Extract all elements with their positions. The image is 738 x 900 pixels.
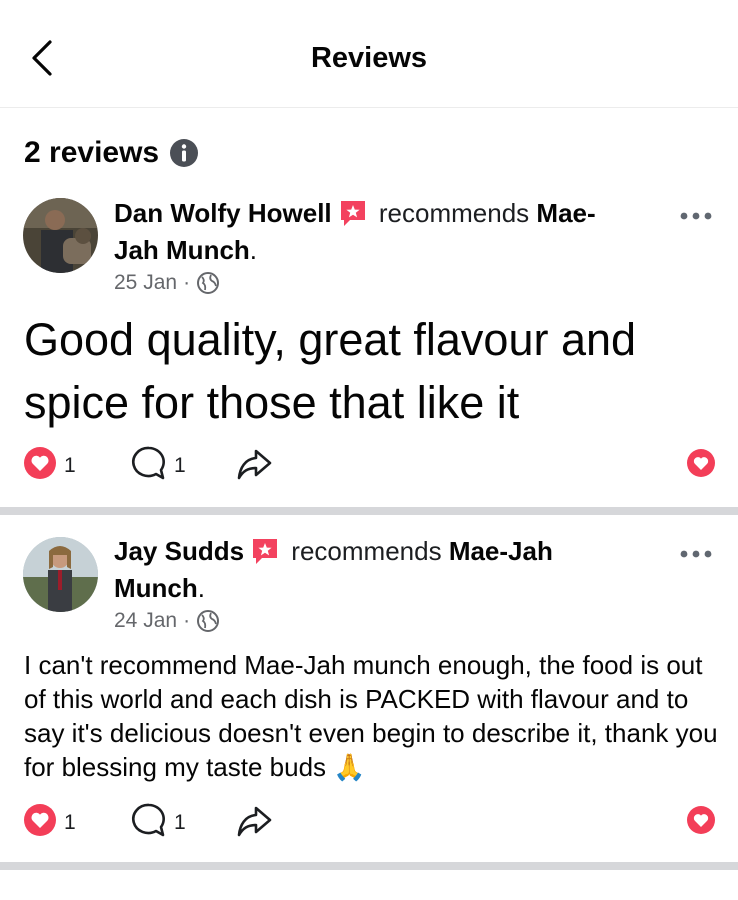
share-button[interactable] — [236, 803, 272, 843]
top-bar: Reviews — [0, 0, 738, 108]
share-icon — [236, 802, 272, 844]
sentence-end: . — [197, 573, 205, 603]
heart-reaction-icon — [22, 445, 58, 487]
sentence-end: . — [249, 235, 258, 265]
page-link[interactable]: Munch — [114, 573, 198, 603]
author-name[interactable]: Jay Sudds — [114, 536, 244, 566]
share-button[interactable] — [236, 446, 272, 486]
reaction-count: 1 — [64, 454, 76, 477]
info-icon[interactable] — [169, 138, 199, 168]
review-meta: 24 Jan · — [114, 609, 220, 633]
page-link[interactable]: Mae- — [536, 198, 595, 228]
recommendation-badge-icon — [338, 198, 368, 228]
share-icon — [236, 445, 272, 487]
globe-icon — [196, 609, 220, 633]
review-text: Good quality, great flavour and spice fo… — [24, 314, 637, 428]
review-text: I can't recommend Mae-Jah munch enough, … — [24, 650, 718, 782]
review-header: Jay Sudds recommends Mae-Jah Munch. — [114, 533, 654, 607]
heart-reaction-icon — [22, 802, 58, 844]
react-button[interactable] — [686, 446, 716, 486]
avatar[interactable] — [23, 537, 98, 612]
globe-icon — [196, 271, 220, 295]
review-header: Dan Wolfy Howell recommends Mae- Jah Mun… — [114, 195, 654, 269]
reaction-button[interactable]: 1 — [22, 803, 76, 843]
review-actions: 1 1 — [0, 446, 738, 486]
recommends-label: recommends — [291, 536, 442, 566]
review-date[interactable]: 25 Jan — [114, 271, 177, 295]
comment-count: 1 — [174, 454, 186, 477]
meta-separator: · — [183, 271, 191, 294]
comment-count: 1 — [174, 811, 186, 834]
more-icon — [679, 208, 713, 226]
comment-button[interactable]: 1 — [130, 803, 186, 843]
review-count: 2 reviews — [24, 136, 160, 169]
avatar[interactable] — [23, 198, 98, 273]
review-meta: 25 Jan · — [114, 271, 220, 295]
comment-icon — [130, 444, 168, 488]
more-icon — [679, 546, 713, 564]
more-options-button[interactable] — [672, 202, 720, 232]
recommendation-badge-icon — [250, 536, 280, 566]
comment-icon — [130, 801, 168, 845]
review-actions: 1 1 — [0, 803, 738, 843]
reaction-button[interactable]: 1 — [22, 446, 76, 486]
comment-button[interactable]: 1 — [130, 446, 186, 486]
page-link[interactable]: Mae-Jah — [449, 536, 553, 566]
page-link[interactable]: Jah Munch — [114, 235, 250, 265]
review-divider — [0, 862, 738, 870]
review-date[interactable]: 24 Jan — [114, 609, 177, 633]
react-button[interactable] — [686, 803, 716, 843]
heart-icon — [686, 448, 716, 484]
reaction-count: 1 — [64, 811, 76, 834]
meta-separator: · — [183, 609, 191, 632]
page-title: Reviews — [310, 42, 428, 74]
reviews-summary: 2 reviews — [24, 136, 199, 170]
more-options-button[interactable] — [672, 540, 720, 570]
recommends-label: recommends — [378, 198, 530, 228]
author-name[interactable]: Dan Wolfy Howell — [114, 198, 332, 228]
review-divider — [0, 507, 738, 515]
heart-icon — [686, 805, 716, 841]
